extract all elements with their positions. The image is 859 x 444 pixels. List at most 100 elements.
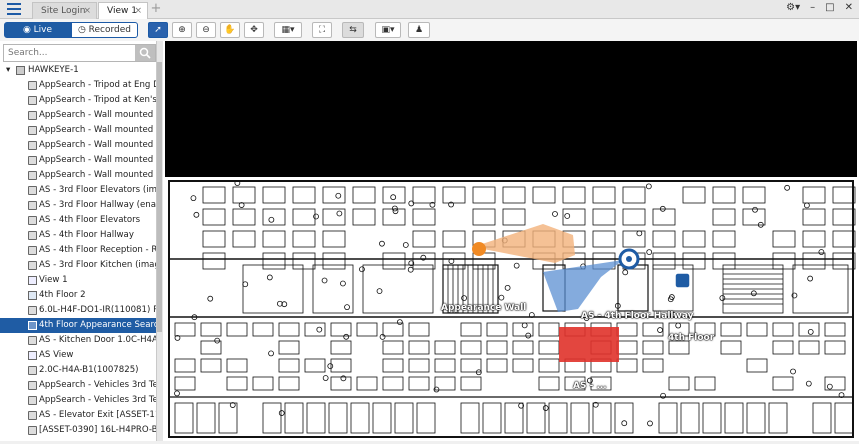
tree-item[interactable]: AppSearch - Vehicles 3rd Tech S xyxy=(0,393,163,408)
tree-item-label: AppSearch - Wall mounted at M xyxy=(39,170,163,180)
tree-item-label: AppSearch - Wall mounted at Er xyxy=(39,125,163,135)
tree-item[interactable]: AppSearch - Tripod at Ken's offi xyxy=(0,93,163,108)
tree-item-label: AppSearch - Tripod at Eng Door xyxy=(39,80,163,90)
view-area: Appearance Wall AS - 4th Floor Hallway 4… xyxy=(163,41,859,441)
tree-item[interactable]: AppSearch - Wall mounted at Er xyxy=(0,123,163,138)
tree-item-label: AS - Elevator Exit [ASSET-1120] 3 xyxy=(39,410,163,420)
tree-item[interactable]: [ASSET-0390] 16L-H4PRO-B(242 xyxy=(0,423,163,438)
site-tree: ▾ HAWKEYE-1 AppSearch - Tripod at Eng Do… xyxy=(0,63,163,438)
tree-item-label: AS - 4th Floor Hallway xyxy=(39,230,134,240)
close-window-button[interactable]: ✕ xyxy=(845,2,853,17)
tree-item-label: AppSearch - Vehicles 3rd Tech S xyxy=(39,395,163,405)
live-button[interactable]: ◉ Live xyxy=(4,22,71,38)
tree-item[interactable]: AppSearch - Wall mounted at M xyxy=(0,168,163,183)
camera-icon xyxy=(28,231,37,240)
tree-item-label: View 1 xyxy=(39,275,68,285)
clock-icon: ◷ xyxy=(77,25,89,35)
tab-label: Site Login xyxy=(41,6,86,16)
tree-item[interactable]: AppSearch - Wall mounted at Ki xyxy=(0,153,163,168)
tree-item[interactable]: AS - 3rd Floor Hallway (enable ic xyxy=(0,198,163,213)
map-label-appearance-wall[interactable]: Appearance Wall xyxy=(441,303,526,313)
camera-icon xyxy=(28,141,37,150)
pan-hand-icon[interactable]: ✋ xyxy=(220,22,240,38)
tree-item[interactable]: AS - 4th Floor Hallway xyxy=(0,228,163,243)
camera-icon xyxy=(28,186,37,195)
tree-item[interactable]: AppSearch - Wall mounted at Er xyxy=(0,138,163,153)
add-tab-button[interactable]: + xyxy=(149,1,163,17)
camera-icon xyxy=(28,396,37,405)
live-label: Live xyxy=(33,25,53,35)
save-icon[interactable]: ▣▾ xyxy=(375,22,401,38)
minimize-button[interactable]: – xyxy=(810,2,815,17)
close-tab-icon[interactable]: × xyxy=(134,3,142,19)
window-controls: ⚙▾ – □ ✕ xyxy=(786,2,853,17)
camera-icon xyxy=(28,411,37,420)
camera-icon xyxy=(28,156,37,165)
tree-item-label: 4th Floor Appearance Search C xyxy=(39,320,163,330)
tree-item[interactable]: View 1 xyxy=(0,273,163,288)
dome-camera-icon xyxy=(28,306,37,315)
map-label-as-box[interactable]: AS - ... xyxy=(573,381,607,391)
hamburger-menu-icon[interactable] xyxy=(7,3,21,15)
camera-icon xyxy=(28,381,37,390)
settings-icon[interactable]: ⚙▾ xyxy=(786,2,800,17)
camera-icon xyxy=(28,246,37,255)
tab-site-login[interactable]: Site Login × xyxy=(32,2,97,19)
map-label-hallway[interactable]: AS - 4th Floor Hallway xyxy=(581,311,693,321)
tree-item[interactable]: AS - Elevator Exit [ASSET-1120] 3 xyxy=(0,408,163,423)
view-icon xyxy=(28,276,37,285)
tree-item-label: AS - Kitchen Door 1.0C-H4A-B2 xyxy=(39,335,163,345)
tree-item[interactable]: 4th Floor 2 xyxy=(0,288,163,303)
alarm-zone-box xyxy=(559,327,619,362)
search-input[interactable] xyxy=(6,46,134,60)
tree-item[interactable]: 2.0C-H4A-B1(1007825) xyxy=(0,363,163,378)
collapse-arrow-icon[interactable]: ▾ xyxy=(6,63,10,78)
camera-icon xyxy=(28,126,37,135)
tree-item[interactable]: AS - 4th Floor Reception - Right xyxy=(0,243,163,258)
tree-item-label: AS - 4th Floor Reception - Right xyxy=(39,245,163,255)
search-icon[interactable] xyxy=(135,45,155,61)
tree-item[interactable]: AppSearch - Tripod at Eng Door xyxy=(0,78,163,93)
search-box xyxy=(3,44,156,62)
tree-item-label: AppSearch - Wall mounted at C xyxy=(39,110,163,120)
add-user-icon[interactable]: ♟ xyxy=(408,22,430,38)
tree-item[interactable]: 6.0L-H4F-DO1-IR(110081) Recep xyxy=(0,303,163,318)
tree-item[interactable]: AS View xyxy=(0,348,163,363)
fullscreen-icon[interactable]: ⛶ xyxy=(312,22,332,38)
title-bar: Site Login × View 1 × + ⚙▾ – □ ✕ xyxy=(0,0,859,19)
tree-item-label: AppSearch - Wall mounted at Er xyxy=(39,140,163,150)
map-link-marker xyxy=(674,272,691,289)
tab-label: View 1 xyxy=(107,6,137,16)
floor-plan-map[interactable]: Appearance Wall AS - 4th Floor Hallway 4… xyxy=(163,177,859,441)
camera-icon xyxy=(28,426,37,435)
tree-item[interactable]: AppSearch - Wall mounted at C xyxy=(0,108,163,123)
camera-icon xyxy=(28,201,37,210)
pointer-tool-icon[interactable]: ➚ xyxy=(148,22,168,38)
tree-item[interactable]: AppSearch - Vehicles 3rd Tech S xyxy=(0,378,163,393)
maximize-button[interactable]: □ xyxy=(825,2,834,17)
tree-root[interactable]: ▾ HAWKEYE-1 xyxy=(0,63,163,78)
map-icon xyxy=(28,291,37,300)
tree-item[interactable]: AS - 3rd Floor Elevators (image e xyxy=(0,183,163,198)
tree-item-label: 6.0L-H4F-DO1-IR(110081) Recep xyxy=(39,305,163,315)
map-label-4th-floor[interactable]: 4th Floor xyxy=(668,333,714,343)
tree-item[interactable]: AS - 3rd Floor Kitchen (image ra xyxy=(0,258,163,273)
tree-item[interactable]: AS - Kitchen Door 1.0C-H4A-B2 xyxy=(0,333,163,348)
tree-item[interactable]: 4th Floor Appearance Search C xyxy=(0,318,163,333)
camera-icon xyxy=(28,171,37,180)
eye-icon: ◉ xyxy=(22,25,34,35)
tree-item[interactable]: AS - 4th Floor Elevators xyxy=(0,213,163,228)
recorded-button[interactable]: ◷ Recorded xyxy=(71,22,138,38)
tree-root-label: HAWKEYE-1 xyxy=(28,65,79,75)
tab-view-1[interactable]: View 1 × xyxy=(98,2,148,19)
video-tile[interactable] xyxy=(165,41,857,177)
camera-icon xyxy=(28,81,37,90)
swap-icon[interactable]: ⇆ xyxy=(342,22,364,38)
scrollbar-thumb[interactable] xyxy=(157,62,162,332)
layout-grid-icon[interactable]: ▦▾ xyxy=(274,22,302,38)
move-icon[interactable]: ✥ xyxy=(244,22,264,38)
zoom-in-icon[interactable]: ⊕ xyxy=(172,22,192,38)
zoom-out-icon[interactable]: ⊖ xyxy=(196,22,216,38)
site-tree-panel: ▾ HAWKEYE-1 AppSearch - Tripod at Eng Do… xyxy=(0,41,163,441)
close-tab-icon[interactable]: × xyxy=(83,3,91,19)
